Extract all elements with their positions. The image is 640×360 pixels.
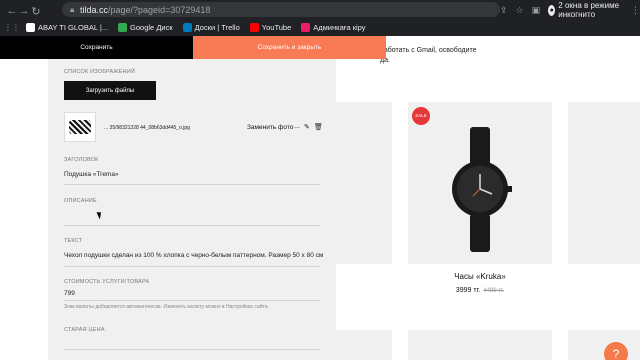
url-path: /page/?pageid=30729418 bbox=[108, 4, 211, 15]
bookmark-item[interactable]: YouTube bbox=[249, 22, 292, 32]
help-icon: ? bbox=[612, 347, 620, 360]
address-bar[interactable]: 🔒︎ tilda.cc /page/?pageid=30729418 bbox=[62, 2, 500, 17]
images-label: СПИСОК ИЗОБРАЖЕНИЙ bbox=[64, 69, 136, 75]
bookmark-label: Google Диск bbox=[130, 22, 173, 32]
price-hint: Знак валюты добавляется автоматически. И… bbox=[64, 304, 269, 310]
youtube-icon bbox=[249, 22, 259, 32]
bookmark-item[interactable]: Google Диск bbox=[118, 22, 173, 32]
description-label: ОПИСАНИЕ bbox=[64, 198, 97, 204]
bookmark-label: Доски | Trello bbox=[194, 22, 240, 32]
title-field[interactable]: Подушка «Trema» bbox=[64, 171, 119, 178]
divider bbox=[64, 349, 320, 350]
divider bbox=[64, 225, 320, 226]
image-thumbnail[interactable] bbox=[64, 112, 96, 142]
sale-badge: SALE bbox=[412, 107, 430, 125]
title-label: ЗАГОЛОВОК bbox=[64, 157, 99, 163]
url-domain: tilda.cc bbox=[80, 4, 109, 15]
trash-icon[interactable]: 🗑︎ bbox=[314, 123, 323, 131]
chrome-toolbar: ⇪ ☆ ▣ ● 2 окна в режиме инкогнито ⋮ bbox=[500, 1, 640, 19]
more-icon[interactable]: ... bbox=[294, 123, 300, 130]
edit-panel: СПИСОК ИЗОБРАЖЕНИЙ Загрузить файлы ... 3… bbox=[48, 59, 336, 360]
old-price-label: СТАРАЯ ЦЕНА bbox=[64, 327, 105, 333]
save-button[interactable]: Сохранить bbox=[0, 36, 193, 59]
incognito-label: 2 окна в режиме инкогнито bbox=[558, 1, 620, 19]
product-card[interactable] bbox=[408, 102, 552, 264]
sidebar-icon[interactable]: ▣ bbox=[532, 5, 541, 16]
intro-text: работать с Gmail, освободите bbox=[380, 47, 477, 54]
bookmark-item[interactable]: ABAY TI GLOBAL |... bbox=[26, 22, 109, 32]
pillow-image bbox=[69, 120, 91, 134]
product-card[interactable] bbox=[568, 102, 640, 264]
current-price: 3999 тг. bbox=[455, 287, 481, 294]
divider bbox=[64, 184, 320, 185]
reload-icon[interactable]: ↻ bbox=[30, 5, 42, 18]
bookmark-label: YouTube bbox=[261, 22, 292, 32]
image-filename: ... 35/98321328 44_08b63dd445_o.jpg bbox=[104, 125, 190, 131]
admin-icon bbox=[301, 22, 311, 32]
bookmark-label: ABAY TI GLOBAL |... bbox=[38, 22, 109, 32]
product-card[interactable] bbox=[336, 102, 392, 264]
text-field[interactable]: Чехол подушки сделан из 100 % хлопка с ч… bbox=[64, 252, 323, 259]
watch-image bbox=[452, 127, 512, 252]
bookmark-item[interactable]: Админкаға кіру bbox=[301, 22, 366, 32]
apps-icon[interactable]: ⋮⋮ bbox=[4, 23, 20, 32]
divider bbox=[64, 300, 320, 301]
price-label: СТОИМОСТЬ УСЛУГИ/ТОВАРА bbox=[64, 279, 150, 285]
share-icon[interactable]: ⇪ bbox=[500, 5, 508, 16]
google-drive-icon bbox=[118, 22, 128, 32]
bookmark-item[interactable]: Доски | Trello bbox=[182, 22, 240, 32]
browser-chrome: ← → ↻ 🔒︎ tilda.cc /page/?pageid=30729418… bbox=[0, 0, 640, 36]
nav-buttons: ← → ↻ bbox=[6, 4, 42, 18]
product-title[interactable]: Часы «Kruka» bbox=[408, 272, 552, 281]
product-card[interactable] bbox=[336, 330, 392, 360]
back-icon[interactable]: ← bbox=[6, 5, 18, 17]
save-close-button[interactable]: Сохранить и закрыть bbox=[193, 36, 386, 59]
incognito-icon: ● bbox=[548, 4, 556, 16]
old-price: 4499 тг. bbox=[483, 288, 505, 294]
replace-photo-button[interactable]: Заменить фото bbox=[247, 124, 293, 131]
bookmark-label: Админкаға кіру bbox=[313, 22, 366, 32]
product-price: 3999 тг. 4499 тг. bbox=[408, 287, 552, 294]
product-card[interactable] bbox=[408, 330, 552, 360]
forward-icon[interactable]: → bbox=[18, 5, 30, 17]
help-button[interactable]: ? bbox=[604, 342, 628, 360]
trello-icon bbox=[182, 22, 192, 32]
edit-icon[interactable]: ✎ bbox=[304, 123, 310, 131]
price-field[interactable]: 799 bbox=[64, 290, 75, 297]
bookmark-favicon bbox=[26, 22, 35, 32]
divider bbox=[64, 266, 320, 267]
text-label: ТЕКСТ bbox=[64, 238, 83, 244]
lock-icon: 🔒︎ bbox=[70, 4, 75, 14]
incognito-indicator[interactable]: ● 2 окна в режиме инкогнито bbox=[548, 1, 623, 19]
star-icon[interactable]: ☆ bbox=[516, 5, 524, 16]
upload-files-button[interactable]: Загрузить файлы bbox=[64, 81, 156, 100]
menu-icon[interactable]: ⋮ bbox=[631, 5, 640, 16]
bookmarks-bar: ⋮⋮ ABAY TI GLOBAL |... Google Диск Доски… bbox=[0, 19, 640, 35]
